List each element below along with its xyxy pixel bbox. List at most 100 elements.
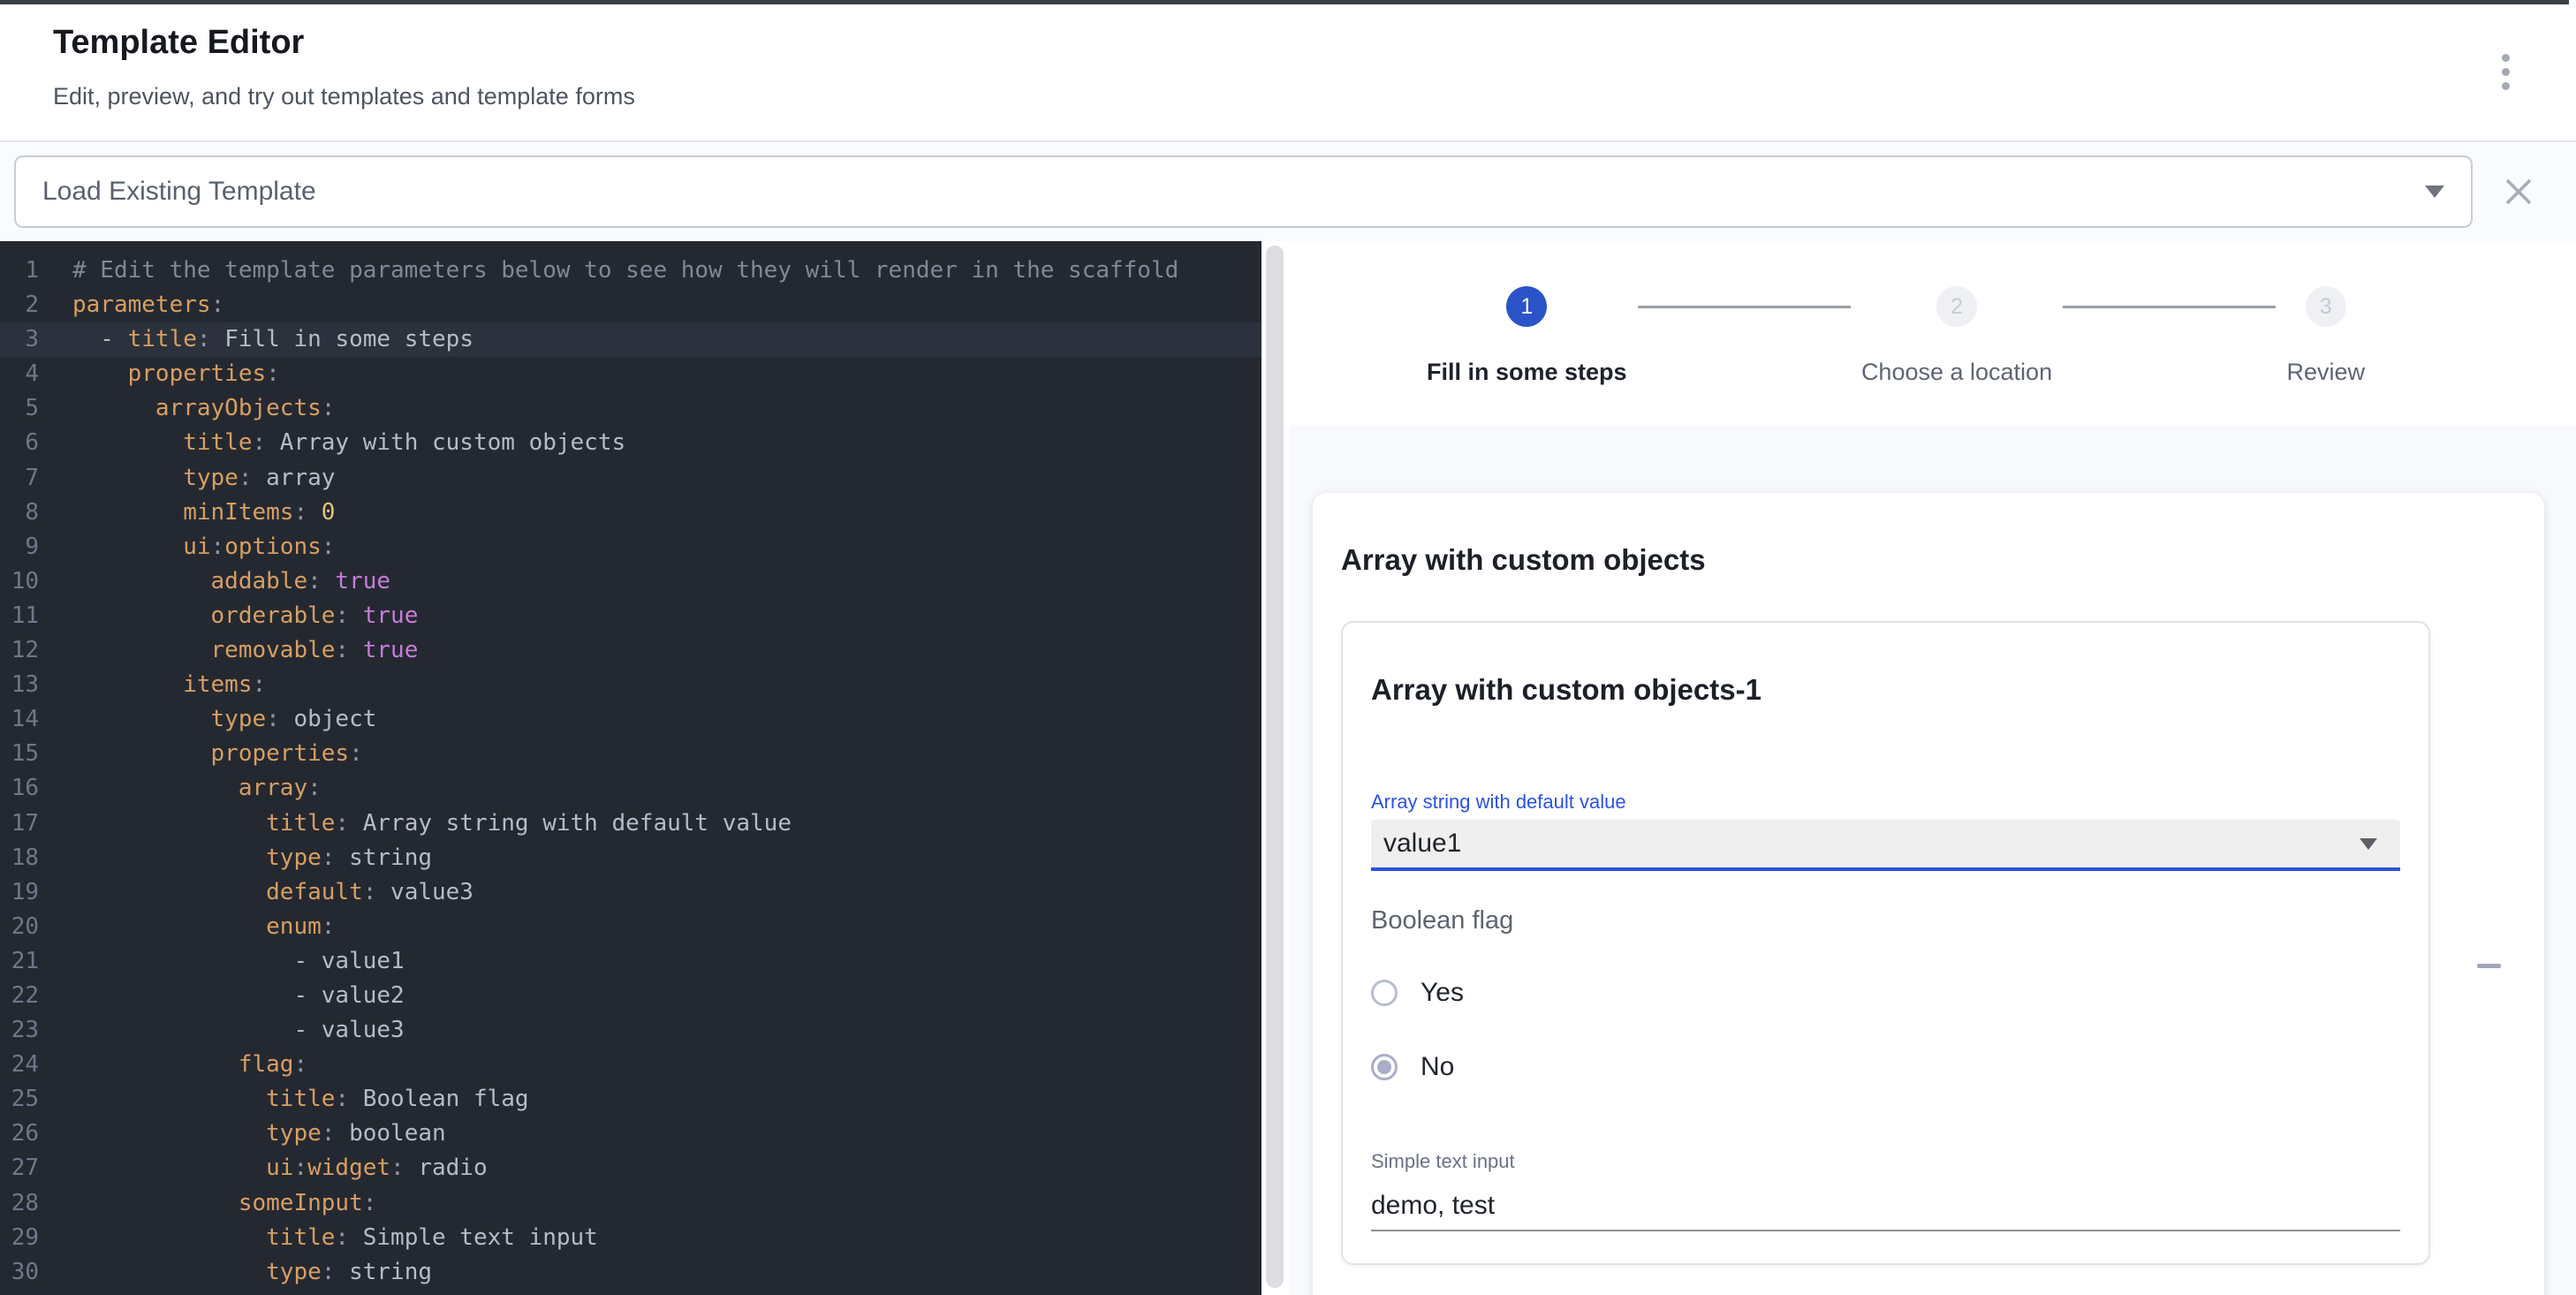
code-text: minItems: 0 (39, 496, 335, 530)
code-line[interactable]: 30 type: string (0, 1255, 1261, 1290)
code-line[interactable]: 6 title: Array with custom objects (0, 426, 1261, 460)
code-text: - value2 (39, 979, 405, 1013)
code-line[interactable]: 5 arrayObjects: (0, 391, 1261, 426)
yaml-editor[interactable]: 1# Edit the template parameters below to… (0, 241, 1261, 1295)
code-lines: 1# Edit the template parameters below to… (0, 254, 1261, 1290)
code-line[interactable]: 7 type: array (0, 461, 1261, 496)
code-line[interactable]: 2parameters: (0, 288, 1261, 322)
stepper-step-2[interactable]: 2Choose a location (1861, 286, 2052, 386)
code-line[interactable]: 14 type: object (0, 702, 1261, 737)
line-number: 27 (0, 1151, 39, 1185)
step-number: 1 (1506, 286, 1547, 327)
code-line[interactable]: 20 enum: (0, 910, 1261, 944)
step-number: 3 (2306, 286, 2346, 327)
line-number: 2 (0, 288, 39, 322)
line-number: 11 (0, 599, 39, 633)
code-line[interactable]: 8 minItems: 0 (0, 496, 1261, 530)
code-text: items: (39, 668, 266, 702)
line-number: 4 (0, 357, 39, 391)
stepper-connector (2063, 306, 2276, 308)
code-text: - title: Fill in some steps (39, 322, 474, 357)
stepper-step-3[interactable]: 3Review (2286, 286, 2365, 386)
line-number: 22 (0, 979, 39, 1013)
editor-scrollbar-thumb[interactable] (1266, 246, 1284, 1288)
code-line[interactable]: 26 type: boolean (0, 1117, 1261, 1151)
line-number: 29 (0, 1221, 39, 1255)
code-line[interactable]: 10 addable: true (0, 564, 1261, 599)
code-text: parameters: (39, 288, 224, 322)
code-text: type: string (39, 841, 432, 875)
code-line[interactable]: 29 title: Simple text input (0, 1221, 1261, 1255)
code-line[interactable]: 3 - title: Fill in some steps (0, 322, 1261, 357)
remove-item-button[interactable] (2469, 946, 2508, 985)
code-line[interactable]: 16 array: (0, 771, 1261, 806)
code-line[interactable]: 4 properties: (0, 357, 1261, 391)
form-section-title: Array with custom objects (1341, 542, 2516, 578)
code-line[interactable]: 17 title: Array string with default valu… (0, 807, 1261, 841)
code-text: title: Array with custom objects (39, 426, 625, 460)
kebab-dot-icon (2502, 54, 2510, 62)
array-string-select[interactable]: value1 (1371, 820, 2400, 871)
code-line[interactable]: 13 items: (0, 668, 1261, 702)
code-text: addable: true (39, 564, 390, 599)
code-line[interactable]: 25 title: Boolean flag (0, 1082, 1261, 1117)
radio-option-yes[interactable]: Yes (1371, 973, 2400, 1012)
radio-unchecked-icon[interactable] (1371, 980, 1398, 1006)
code-text: # Edit the template parameters below to … (39, 254, 1178, 288)
code-text: title: Simple text input (39, 1221, 598, 1255)
line-number: 17 (0, 807, 39, 841)
code-text: someInput: (39, 1186, 376, 1221)
text-field-label: Simple text input (1371, 1150, 2400, 1173)
main-split: 1 # Edit the template parameters below to… (0, 241, 2576, 1295)
code-text: orderable: true (39, 599, 418, 633)
code-text: type: object (39, 702, 376, 737)
line-number: 24 (0, 1048, 39, 1082)
code-line[interactable]: 11 orderable: true (0, 599, 1261, 633)
template-editor-page: Template Editor Edit, preview, and try o… (0, 0, 2576, 1295)
more-options-button[interactable] (2486, 47, 2525, 96)
code-line[interactable]: 28 someInput: (0, 1186, 1261, 1221)
code-line[interactable]: 21 - value1 (0, 944, 1261, 979)
line-number: 13 (0, 668, 39, 702)
code-line[interactable]: 18 type: string (0, 841, 1261, 875)
load-template-placeholder: Load Existing Template (42, 177, 2425, 207)
code-text: type: array (39, 461, 335, 496)
code-line[interactable]: 22 - value2 (0, 979, 1261, 1013)
line-number: 14 (0, 702, 39, 737)
line-number: 10 (0, 564, 39, 599)
clear-template-button[interactable] (2497, 170, 2540, 213)
code-line[interactable]: 23 - value3 (0, 1013, 1261, 1048)
step-label: Fill in some steps (1427, 359, 1627, 386)
code-text: arrayObjects: (39, 391, 335, 426)
stepper-section: 1 Fill in some steps 2Choose a location 3Re… (1290, 241, 2576, 425)
line-number: 21 (0, 944, 39, 979)
array-item-card: Array with custom objects-1 Array string… (1341, 621, 2430, 1265)
radio-checked-icon[interactable] (1371, 1054, 1398, 1080)
select-value: value1 (1383, 829, 2360, 859)
editor-scrollbar[interactable] (1261, 241, 1290, 1295)
code-line[interactable]: 9 ui:options: (0, 530, 1261, 564)
code-text: flag: (39, 1048, 307, 1082)
line-number: 5 (0, 391, 39, 426)
simple-text-input[interactable]: demo, test (1371, 1190, 2400, 1231)
line-number: 28 (0, 1186, 39, 1221)
code-line[interactable]: 1# Edit the template parameters below to… (0, 254, 1261, 288)
minus-icon (2477, 964, 2501, 968)
code-line[interactable]: 15 properties: (0, 737, 1261, 771)
code-line[interactable]: 27 ui:widget: radio (0, 1151, 1261, 1185)
code-line[interactable]: 12 removable: true (0, 633, 1261, 668)
load-existing-template-select[interactable]: Load Existing Template (14, 155, 2473, 228)
code-text: type: boolean (39, 1117, 446, 1151)
line-number: 18 (0, 841, 39, 875)
code-text: ui:widget: radio (39, 1151, 488, 1185)
code-text: removable: true (39, 633, 418, 668)
code-line[interactable]: 19 default: value3 (0, 875, 1261, 910)
stepper: 1 Fill in some steps 2Choose a location 3Re… (1290, 241, 2576, 386)
stepper-step-1[interactable]: 1 Fill in some steps (1427, 286, 1627, 386)
array-item-title: Array with custom objects-1 (1371, 672, 2400, 708)
kebab-dot-icon (2502, 68, 2510, 76)
code-line[interactable]: 24 flag: (0, 1048, 1261, 1082)
code-text: title: Boolean flag (39, 1082, 529, 1117)
radio-option-no[interactable]: No (1371, 1048, 2400, 1087)
code-text: - value3 (39, 1013, 405, 1048)
